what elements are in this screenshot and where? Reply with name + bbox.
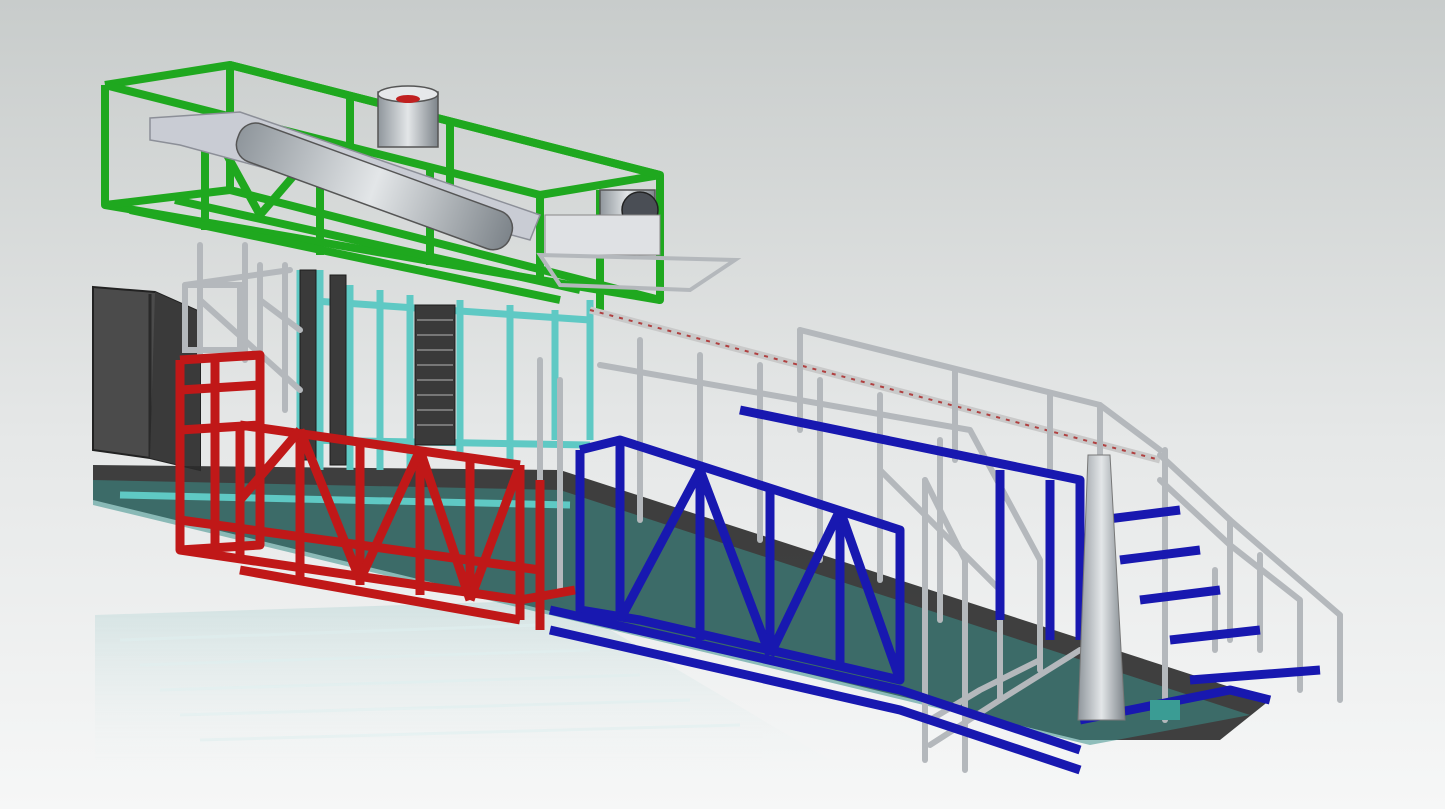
cad-viewport[interactable]: [0, 0, 1445, 809]
machine-assembly-render: [0, 0, 1445, 809]
